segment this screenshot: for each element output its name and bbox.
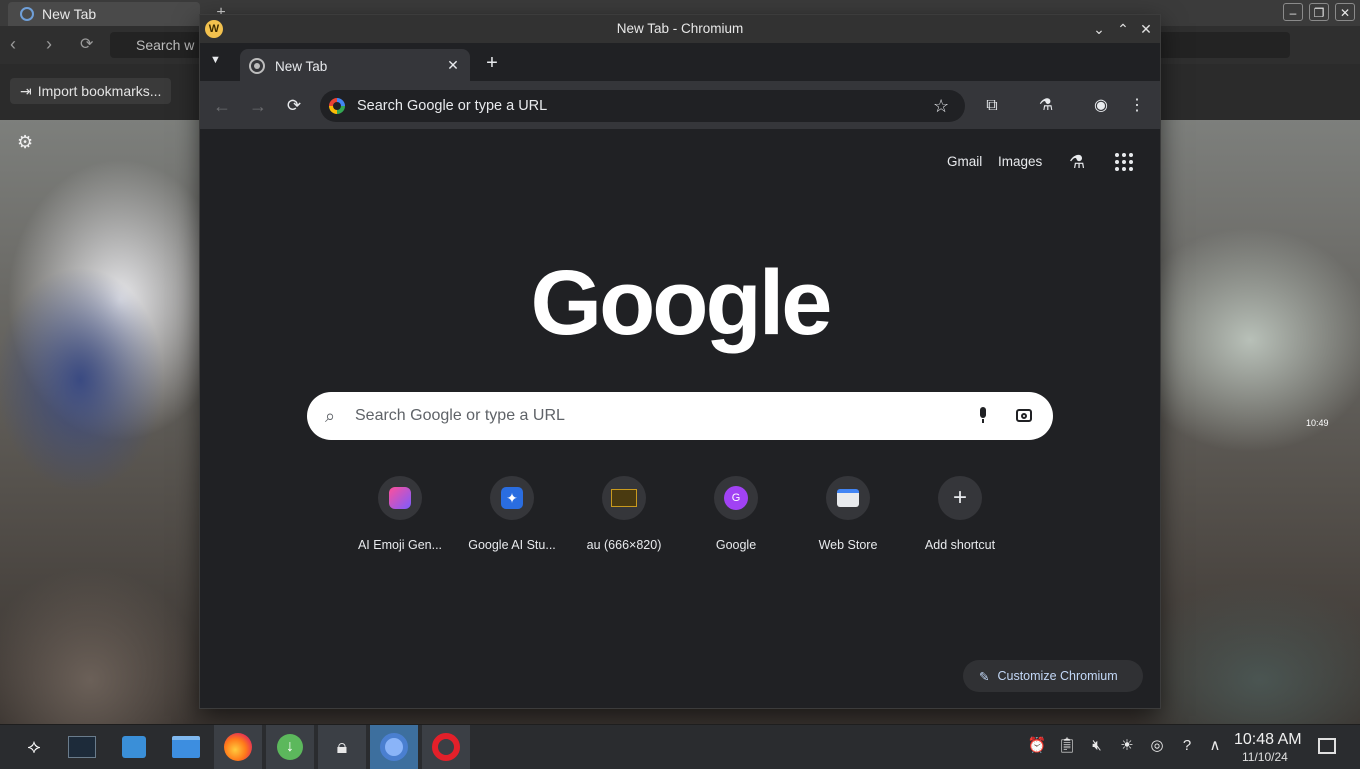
brightness-icon[interactable]: ☀ (1117, 736, 1137, 756)
maximize-icon[interactable]: ⌃ (1114, 20, 1132, 38)
omnibox-input[interactable]: Search Google or type a URL (320, 90, 965, 122)
volume-muted-icon[interactable]: 🔇︎ (1087, 736, 1107, 756)
clock-time[interactable]: 10:48 AM (1234, 731, 1302, 749)
background-reload-icon[interactable]: ⟳ (80, 34, 93, 54)
customize-label: Customize Chromium (997, 669, 1118, 683)
web-store-icon (837, 489, 859, 507)
pencil-icon: ✎ (979, 669, 990, 684)
chromium-icon[interactable] (370, 725, 418, 769)
extensions-icon[interactable]: ⧉ (981, 95, 1003, 117)
background-tab-title: New Tab (42, 6, 97, 22)
labs-flask-icon[interactable]: ⚗ (1035, 95, 1057, 117)
voice-search-icon[interactable] (978, 407, 988, 423)
notifications-icon[interactable]: ⏰ (1027, 736, 1047, 756)
new-tab-button[interactable]: + (482, 53, 502, 73)
window-title: New Tab - Chromium (616, 21, 744, 36)
image-thumbnail-icon (611, 489, 637, 507)
tab-new-tab[interactable]: New Tab ✕ (240, 49, 470, 83)
shortcut-tile[interactable]: ✦ Google AI Stu... (456, 476, 568, 552)
close-icon[interactable]: ✕ (1137, 20, 1155, 38)
emoji-icon (389, 487, 411, 509)
shortcut-tile[interactable]: G Google (680, 476, 792, 552)
tray-expand-icon[interactable]: ∧ (1205, 736, 1225, 756)
tab-search-icon[interactable]: ▼ (210, 54, 221, 66)
chromium-window: W New Tab - Chromium ⌄ ⌃ ✕ ▼ New Tab ✕ +… (200, 15, 1160, 708)
task-manager-icon[interactable] (58, 725, 106, 769)
search-placeholder: Search Google or type a URL (355, 407, 565, 424)
background-search-placeholder: Search w (136, 37, 195, 53)
shortcut-label: Add shortcut (924, 538, 996, 552)
plus-icon: + (952, 484, 967, 511)
image-search-icon[interactable] (1016, 409, 1032, 422)
shortcut-label: Google (715, 538, 757, 552)
file-manager-icon[interactable] (162, 725, 210, 769)
background-forward-icon[interactable]: › (46, 34, 52, 55)
tab-title: New Tab (275, 58, 328, 74)
firefox-icon[interactable] (214, 725, 262, 769)
desktop-settings-icon[interactable]: ⚙ (17, 133, 35, 151)
shortcut-tile[interactable]: AI Emoji Gen... (344, 476, 456, 552)
help-icon[interactable]: ? (1177, 736, 1197, 756)
chromium-tab-icon (249, 58, 265, 74)
shortcut-label: au (666×820) (586, 538, 662, 552)
minimize-icon[interactable]: ⌄ (1090, 20, 1108, 38)
omnibox-placeholder: Search Google or type a URL (357, 98, 548, 114)
opera-icon[interactable] (422, 725, 470, 769)
desktop-clock-widget: 10:49 (1306, 418, 1329, 428)
show-desktop-icon[interactable] (1318, 738, 1336, 754)
gmail-link[interactable]: Gmail (947, 154, 982, 169)
close-icon[interactable]: ✕ (1335, 3, 1355, 21)
bookmark-star-icon[interactable]: ☆ (933, 96, 949, 117)
import-icon: ⇥ (20, 82, 32, 99)
images-link[interactable]: Images (998, 154, 1042, 169)
back-icon[interactable]: ← (211, 95, 233, 117)
shortcut-tile[interactable]: Web Store (792, 476, 904, 552)
clipboard-icon[interactable]: 📋︎ (1057, 736, 1077, 756)
letter-g-icon: G (724, 486, 748, 510)
restore-icon[interactable]: ❐ (1309, 3, 1329, 21)
reload-icon[interactable]: ⟳ (283, 95, 305, 117)
tab-close-icon[interactable]: ✕ (444, 56, 462, 74)
window-titlebar[interactable]: W New Tab - Chromium ⌄ ⌃ ✕ (200, 15, 1160, 43)
add-shortcut-button[interactable]: + Add shortcut (904, 476, 1016, 552)
labs-flask-icon[interactable]: ⚗ (1069, 152, 1085, 173)
background-tab[interactable]: New Tab (8, 2, 200, 26)
clock-date[interactable]: 11/10/24 (1242, 750, 1288, 764)
google-apps-icon[interactable] (1115, 153, 1133, 171)
google-icon (329, 98, 345, 114)
search-input[interactable]: ⌕ Search Google or type a URL (307, 392, 1053, 440)
shortcut-label: Web Store (818, 538, 878, 552)
ai-studio-icon: ✦ (501, 487, 523, 509)
background-back-icon[interactable]: ‹ (10, 34, 16, 55)
profile-icon[interactable]: ◉ (1090, 95, 1112, 117)
app-launcher-icon[interactable]: ⟡ (10, 725, 58, 769)
browser-tab-icon (20, 7, 34, 21)
shortcut-tile[interactable]: au (666×820) (568, 476, 680, 552)
google-logo: Google (530, 252, 833, 354)
customize-button[interactable]: ✎ Customize Chromium (963, 660, 1143, 692)
import-bookmarks-label: Import bookmarks... (37, 83, 162, 99)
forward-icon[interactable]: → (247, 95, 269, 117)
search-icon: ⌕ (325, 405, 336, 426)
store-icon[interactable] (110, 725, 158, 769)
import-bookmarks-button[interactable]: ⇥ Import bookmarks... (10, 78, 172, 104)
shortcut-label: Google AI Stu... (468, 538, 556, 552)
downloader-icon[interactable]: ↓ (266, 725, 314, 769)
lock-icon[interactable]: 🔒︎ (318, 725, 366, 769)
shortcut-label: AI Emoji Gen... (357, 538, 443, 552)
minimize-icon[interactable]: – (1283, 3, 1303, 21)
menu-icon[interactable]: ⋮ (1126, 95, 1148, 117)
network-icon[interactable]: ◎ (1147, 736, 1167, 756)
